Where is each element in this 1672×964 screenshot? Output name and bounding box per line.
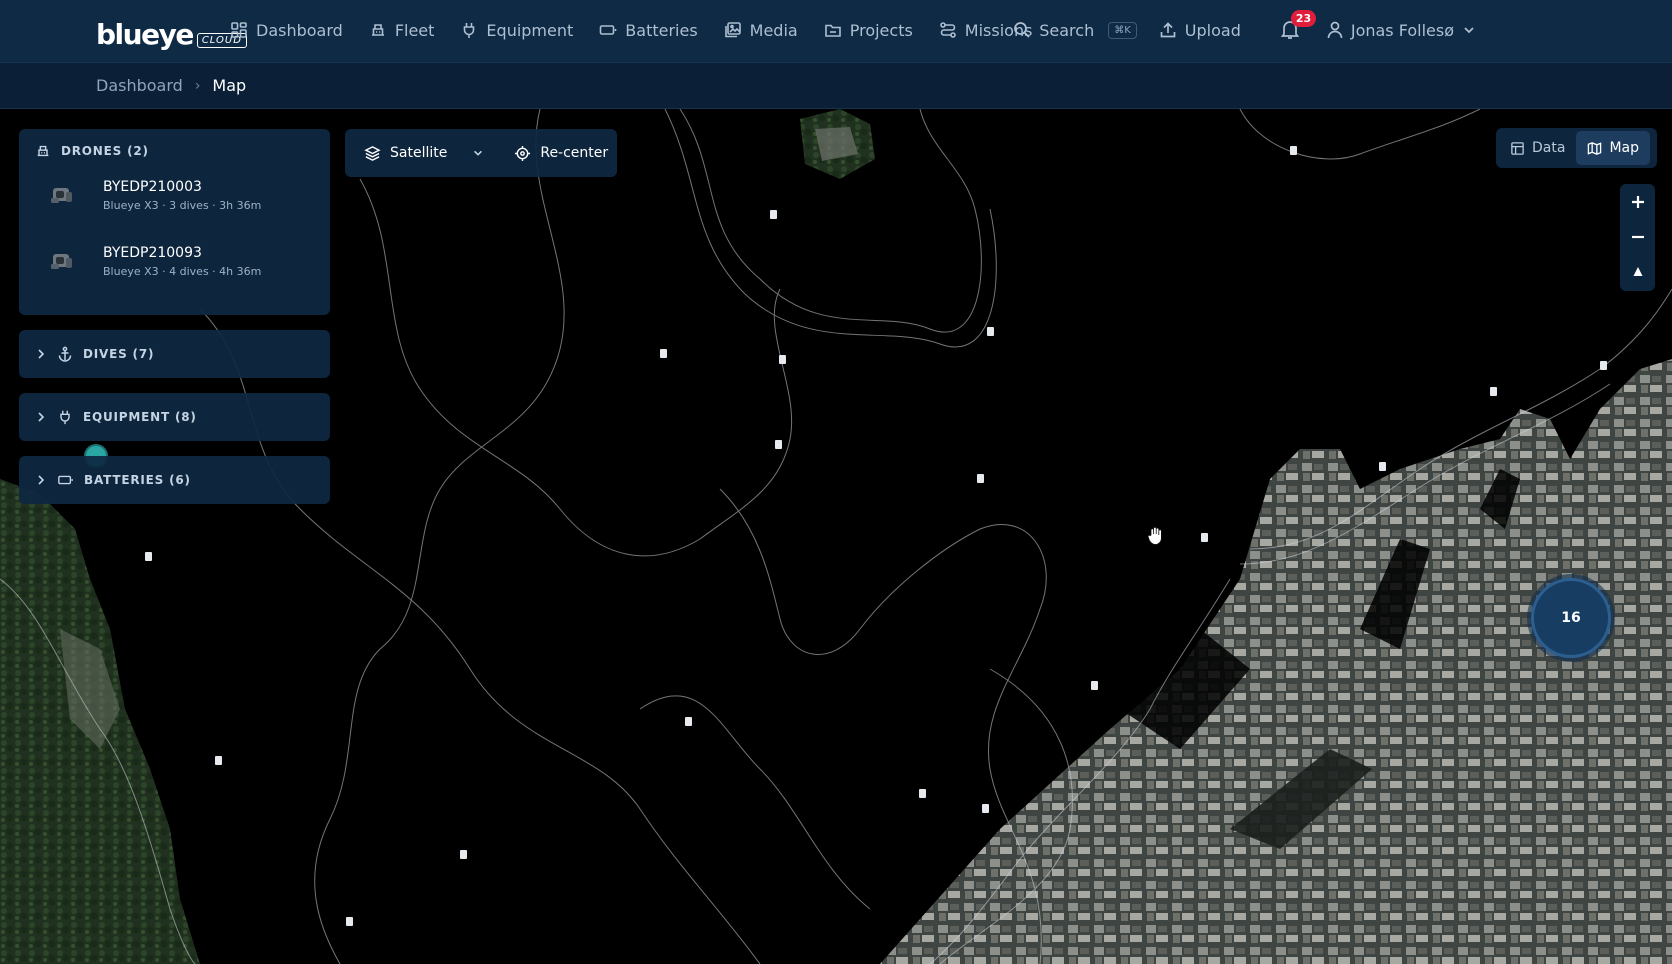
drone-name: BYEDP210093 [103, 244, 202, 261]
view-toggle: Data Map [1496, 128, 1657, 168]
chevron-right-icon [38, 412, 45, 422]
breadcrumb: Dashboard › Map [96, 76, 246, 95]
drones-header: DRONES (2) [19, 129, 330, 159]
folder-icon [824, 24, 841, 37]
dive-cluster-marker[interactable]: 16 [1531, 578, 1611, 658]
batteries-section-toggle[interactable]: BATTERIES (6) [19, 456, 330, 504]
fleet-icon [371, 24, 384, 36]
top-navigation-bar: blueye CLOUD Dashboard Fleet Equipment B… [0, 0, 1672, 63]
main-nav: Dashboard Fleet Equipment Batteries Medi… [230, 0, 1058, 60]
zoom-out-button[interactable] [1620, 219, 1655, 254]
nav-projects-label: Projects [849, 20, 913, 40]
nav-media-label: Media [749, 20, 798, 40]
top-right-actions: Search ⌘K Upload 23 Jonas Follesø [1013, 0, 1672, 60]
drones-panel: DRONES (2) BYEDP210003 Blueye X3 · 3 div… [19, 129, 330, 315]
search-label: Search [1039, 20, 1095, 40]
zoom-controls [1620, 184, 1655, 291]
nav-fleet[interactable]: Fleet [369, 20, 435, 40]
battery-icon [58, 475, 73, 485]
plus-icon [1631, 195, 1644, 208]
nav-batteries-label: Batteries [625, 20, 698, 40]
nav-equipment[interactable]: Equipment [460, 21, 573, 40]
media-icon [724, 22, 741, 38]
breadcrumb-current: Map [212, 76, 247, 95]
dives-title: DIVES (7) [83, 347, 155, 361]
drone-name: BYEDP210003 [103, 178, 202, 195]
map-icon [1588, 141, 1602, 155]
plug-icon [464, 23, 475, 38]
recenter-label: Re-center [540, 145, 609, 161]
batteries-title: BATTERIES (6) [84, 473, 191, 487]
recenter-button[interactable]: Re-center [514, 145, 608, 162]
layers-icon [364, 145, 381, 161]
drone-meta: Blueye X3 · 4 dives · 4h 36m [103, 264, 262, 278]
upload-icon [1160, 22, 1176, 38]
search-button[interactable]: Search ⌘K [1013, 21, 1137, 40]
drone-icon [51, 188, 72, 203]
logo-wordmark: blueye [96, 18, 194, 51]
drone-item[interactable]: BYEDP210093 Blueye X3 · 4 dives · 4h 36m [47, 235, 330, 287]
upload-button[interactable]: Upload [1159, 21, 1241, 40]
map-toolbar: Satellite Re-center [345, 129, 617, 177]
compass-button[interactable] [1620, 254, 1655, 289]
breadcrumb-bar: Dashboard › Map [0, 63, 1672, 109]
chevron-right-icon [38, 475, 45, 485]
drones-title: DRONES (2) [61, 144, 149, 158]
user-name: Jonas Follesø [1350, 20, 1454, 40]
drone-item[interactable]: BYEDP210003 Blueye X3 · 3 dives · 3h 36m [47, 169, 330, 221]
nav-batteries[interactable]: Batteries [599, 20, 698, 40]
blueye-logo[interactable]: blueye CLOUD [96, 10, 247, 50]
chevron-right-icon [38, 349, 45, 359]
table-icon [1511, 141, 1524, 155]
battery-icon [599, 25, 617, 35]
crosshair-icon [515, 145, 531, 161]
equipment-title: EQUIPMENT (8) [83, 410, 197, 424]
map-view-label: Map [1609, 140, 1639, 156]
notifications-button[interactable]: 23 [1279, 10, 1317, 42]
drone-icon [51, 254, 72, 269]
data-view-button[interactable]: Data [1499, 131, 1576, 165]
compass-north-icon [1633, 266, 1642, 276]
nav-projects[interactable]: Projects [824, 21, 913, 40]
dashboard-icon [231, 22, 247, 38]
anchor-icon [58, 346, 72, 362]
nav-dashboard[interactable]: Dashboard [230, 21, 343, 40]
nav-fleet-label: Fleet [394, 20, 435, 40]
cluster-count: 16 [1561, 610, 1581, 626]
user-menu[interactable]: Jonas Follesø [1327, 21, 1476, 40]
breadcrumb-dashboard[interactable]: Dashboard [96, 76, 183, 95]
nav-media[interactable]: Media [724, 21, 798, 40]
chevron-down-icon [474, 150, 483, 156]
dives-section-toggle[interactable]: DIVES (7) [19, 330, 330, 378]
fleet-icon [37, 145, 49, 157]
nav-equipment-label: Equipment [486, 20, 574, 40]
breadcrumb-chevron-icon: › [194, 77, 201, 94]
chevron-down-icon [1464, 27, 1474, 34]
nav-dashboard-label: Dashboard [256, 20, 343, 40]
drone-meta: Blueye X3 · 3 dives · 3h 36m [103, 198, 262, 212]
user-icon [1327, 21, 1343, 39]
layer-label: Satellite [390, 145, 448, 161]
hand-cursor-icon [1147, 526, 1162, 545]
search-icon [1014, 22, 1030, 38]
map-view-button[interactable]: Map [1576, 131, 1650, 165]
missions-icon [939, 22, 956, 38]
search-shortcut: ⌘K [1108, 21, 1137, 39]
data-view-label: Data [1532, 140, 1566, 156]
minus-icon [1631, 235, 1644, 238]
layer-select[interactable]: Satellite [364, 145, 484, 162]
zoom-in-button[interactable] [1620, 184, 1655, 219]
plug-icon [60, 410, 70, 425]
upload-label: Upload [1184, 20, 1241, 40]
notification-badge: 23 [1290, 10, 1317, 27]
equipment-section-toggle[interactable]: EQUIPMENT (8) [19, 393, 330, 441]
